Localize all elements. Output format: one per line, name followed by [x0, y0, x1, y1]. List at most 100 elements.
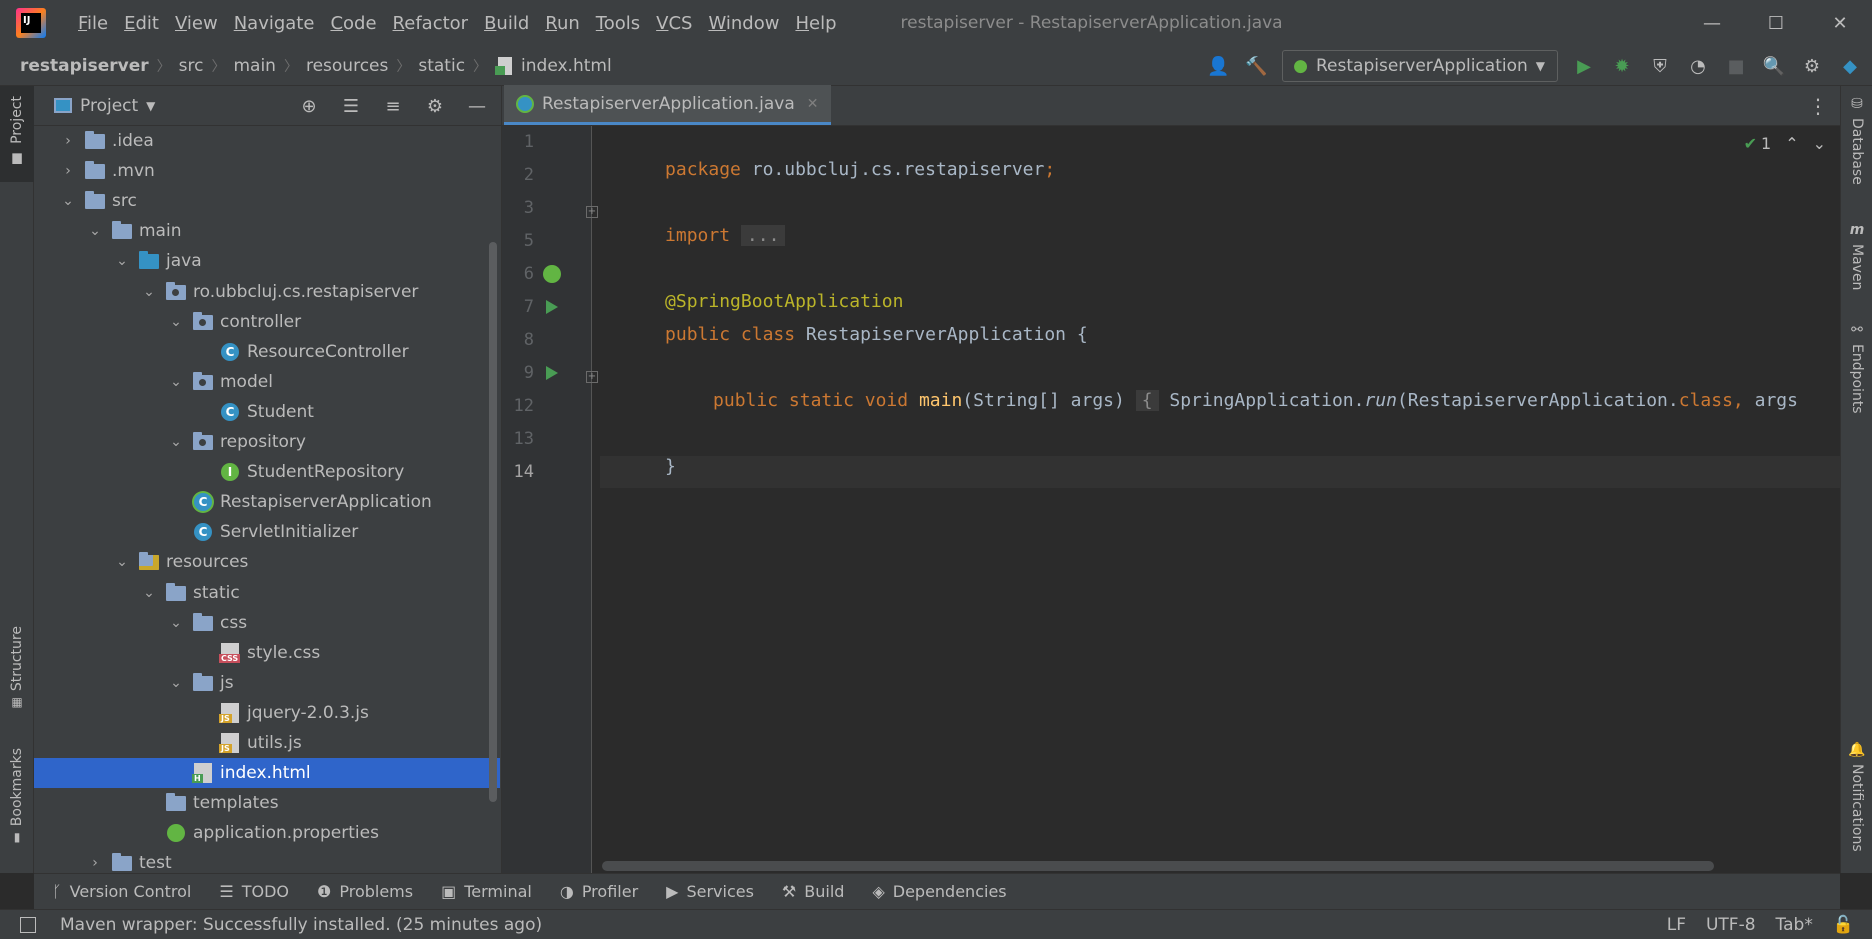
tool-tab-version-control[interactable]: ᚴ Version Control — [52, 882, 191, 901]
chevron-up-icon[interactable]: ⌃ — [1785, 134, 1798, 153]
tool-tab-maven[interactable]: m Maven — [1841, 222, 1872, 290]
collapse-all-icon[interactable]: ≡ — [381, 94, 405, 118]
chevron-down-icon[interactable]: ⌄ — [1813, 134, 1826, 153]
chevron-down-icon[interactable]: ⌄ — [114, 253, 130, 269]
menu-build[interactable]: Build — [476, 13, 537, 34]
chevron-down-icon[interactable]: ⌄ — [141, 585, 157, 601]
close-tab-icon[interactable]: ✕ — [807, 96, 819, 112]
tool-tab-endpoints[interactable]: ⚯ Endpoints — [1841, 322, 1872, 414]
indent-widget[interactable]: Tab* — [1776, 915, 1813, 935]
tree-item[interactable]: ⌄ src — [34, 186, 501, 216]
menu-edit[interactable]: Edit — [116, 13, 167, 34]
tool-tab-project[interactable]: Project ▆ — [0, 86, 34, 182]
tree-item[interactable]: C RestapiserverApplication — [34, 487, 501, 517]
tree-item[interactable]: C Student — [34, 397, 501, 427]
search-icon[interactable]: 🔍 — [1762, 54, 1786, 78]
chevron-down-icon[interactable]: ⌄ — [60, 193, 76, 209]
chevron-down-icon[interactable]: ⌄ — [168, 374, 184, 390]
tree-item[interactable]: I StudentRepository — [34, 457, 501, 487]
line-separator-widget[interactable]: LF — [1667, 915, 1686, 935]
tree-item[interactable]: C ResourceController — [34, 337, 501, 367]
stop-icon[interactable]: ■ — [1724, 54, 1748, 78]
fold-icon[interactable]: + — [586, 206, 598, 218]
encoding-widget[interactable]: UTF-8 — [1706, 915, 1756, 935]
coverage-icon[interactable]: ⛨ — [1648, 54, 1672, 78]
minimize-button[interactable]: — — [1680, 0, 1744, 46]
menu-navigate[interactable]: Navigate — [226, 13, 323, 34]
status-message[interactable]: Maven wrapper: Successfully installed. (… — [60, 915, 542, 935]
tool-tab-services[interactable]: ▶ Services — [666, 882, 754, 901]
tool-tab-problems[interactable]: ❶ Problems — [317, 882, 413, 901]
close-button[interactable]: ✕ — [1808, 0, 1872, 46]
chevron-right-icon[interactable]: › — [60, 133, 76, 149]
tree-item[interactable]: ⌄ repository — [34, 427, 501, 457]
code-editor[interactable]: package ro.ubbcluj.cs.restapiserver; imp… — [600, 126, 1841, 873]
locate-target-icon[interactable]: ⊕ — [297, 94, 321, 118]
tree-item[interactable]: › .mvn — [34, 156, 501, 186]
chevron-down-icon[interactable]: ⌄ — [168, 314, 184, 330]
hide-panel-icon[interactable]: — — [465, 94, 489, 118]
tree-item[interactable]: Hindex.html — [34, 758, 500, 788]
breadcrumb-main[interactable]: main — [233, 56, 275, 76]
chevron-right-icon[interactable]: › — [87, 855, 103, 871]
user-icon[interactable]: 👤 — [1206, 54, 1230, 78]
inspection-widget[interactable]: ✔ 1 ⌃ ⌄ — [1744, 134, 1826, 153]
tree-item[interactable]: ⌄ ro.ubbcluj.cs.restapiserver — [34, 277, 501, 307]
gear-icon[interactable]: ⚙ — [423, 94, 447, 118]
spring-bean-icon[interactable] — [542, 264, 562, 284]
tree-item[interactable]: ⌄ model — [34, 367, 501, 397]
tree-item[interactable]: ⌄ static — [34, 578, 501, 608]
chevron-down-icon[interactable]: ⌄ — [168, 434, 184, 450]
expand-all-icon[interactable]: ☰ — [339, 94, 363, 118]
menu-view[interactable]: View — [167, 13, 226, 34]
menu-file[interactable]: File — [70, 13, 116, 34]
breadcrumb-static[interactable]: static — [418, 56, 465, 76]
maximize-button[interactable]: ☐ — [1744, 0, 1808, 46]
editor-horizontal-scrollbar[interactable] — [602, 861, 1714, 871]
editor-tab-active[interactable]: RestapiserverApplication.java ✕ — [504, 85, 831, 125]
tree-item[interactable]: application.properties — [34, 818, 501, 848]
tree-item[interactable]: JS utils.js — [34, 728, 501, 758]
chevron-right-icon[interactable]: › — [60, 163, 76, 179]
breadcrumb-file[interactable]: index.html — [495, 56, 612, 76]
profile-icon[interactable]: ◔ — [1686, 54, 1710, 78]
tool-tab-notifications[interactable]: 🔔 Notifications — [1841, 742, 1872, 852]
tree-item[interactable]: ⌄ css — [34, 608, 501, 638]
folded-body[interactable]: { — [1135, 390, 1159, 411]
run-icon[interactable]: ▶ — [1572, 54, 1596, 78]
menu-vcs[interactable]: VCS — [648, 13, 700, 34]
project-tree-scrollbar[interactable] — [489, 242, 497, 802]
fold-icon[interactable]: + — [586, 371, 598, 383]
breadcrumb-src[interactable]: src — [179, 56, 204, 76]
tool-tab-database[interactable]: ⛁ Database — [1841, 96, 1872, 185]
menu-window[interactable]: Window — [700, 13, 787, 34]
tree-item[interactable]: templates — [34, 788, 501, 818]
project-view-selector[interactable]: Project ▼ — [54, 96, 155, 116]
chevron-down-icon[interactable]: ⌄ — [141, 284, 157, 300]
tree-item[interactable]: ⌄ js — [34, 668, 501, 698]
breadcrumb-resources[interactable]: resources — [306, 56, 388, 76]
chevron-down-icon[interactable]: ⌄ — [168, 675, 184, 691]
chevron-down-icon[interactable]: ⌄ — [114, 554, 130, 570]
tool-tab-bookmarks[interactable]: Bookmarks ▮ — [0, 748, 34, 858]
chevron-down-icon[interactable]: ⌄ — [87, 223, 103, 239]
tree-item[interactable]: JS jquery-2.0.3.js — [34, 698, 501, 728]
jetbrains-toolbox-icon[interactable]: ◆ — [1838, 54, 1862, 78]
tree-item[interactable]: ⌄ main — [34, 216, 501, 246]
folded-imports[interactable]: ... — [740, 225, 786, 246]
menu-run[interactable]: Run — [537, 13, 588, 34]
run-gutter-icon[interactable] — [542, 297, 562, 317]
tree-item[interactable]: CSS style.css — [34, 638, 501, 668]
gear-icon[interactable]: ⚙ — [1800, 54, 1824, 78]
build-hammer-icon[interactable]: 🔨 — [1244, 54, 1268, 78]
toggle-tool-windows-icon[interactable] — [20, 917, 36, 933]
tool-tab-todo[interactable]: ☰ TODO — [219, 882, 289, 901]
chevron-down-icon[interactable]: ⌄ — [168, 615, 184, 631]
debug-icon[interactable]: ✹ — [1610, 54, 1634, 78]
tree-item[interactable]: › test — [34, 848, 501, 873]
menu-refactor[interactable]: Refactor — [385, 13, 477, 34]
menu-help[interactable]: Help — [787, 13, 844, 34]
menu-code[interactable]: Code — [322, 13, 384, 34]
tree-item[interactable]: ⌄ java — [34, 246, 501, 276]
tool-tab-profiler[interactable]: ◑ Profiler — [560, 882, 638, 901]
